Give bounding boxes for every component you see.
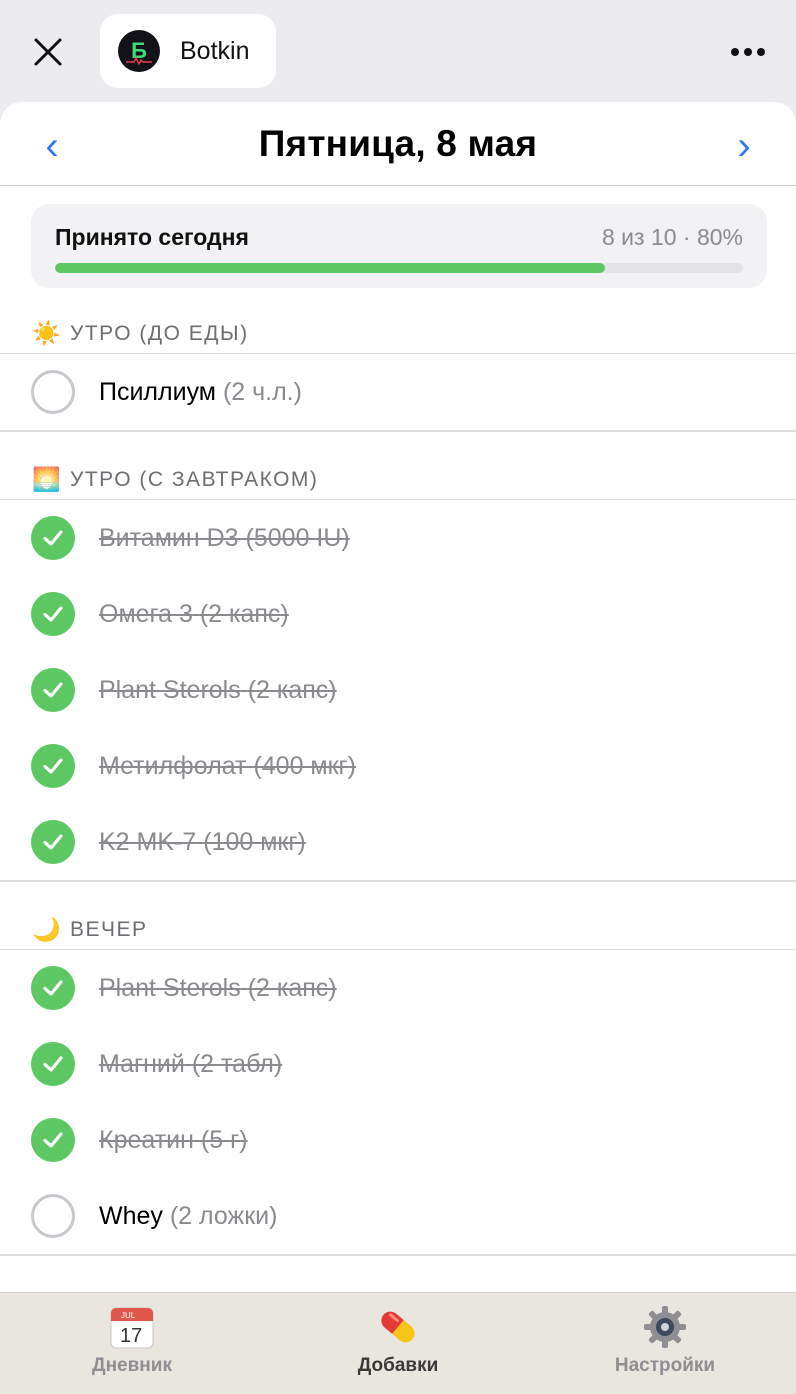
progress-stats: 8 из 10 · 80% <box>601 224 743 250</box>
supplement-dose: (2 капс) <box>247 675 337 704</box>
section-emoji-icon: ☀️ <box>32 320 61 346</box>
supplement-label: Whey (2 ложки) <box>99 1202 277 1231</box>
progress-track <box>55 263 743 273</box>
supplement-label: Креатин (5 г) <box>99 1126 248 1155</box>
calendar-icon: JUL 17 <box>110 1307 154 1349</box>
more-dot <box>757 48 765 56</box>
supplement-label: Метилфолат (400 мкг) <box>99 752 356 781</box>
section-header: 🌅 УТРО (С ЗАВТРАКОМ) <box>0 460 796 500</box>
supplement-row[interactable]: K2 MK-7 (100 мкг) <box>0 804 796 880</box>
more-dot <box>744 48 752 56</box>
tab-label: Настройки <box>614 1355 716 1376</box>
supplement-row[interactable]: Креатин (5 г) <box>0 1102 796 1178</box>
checkmark-icon[interactable] <box>31 966 75 1010</box>
main-sheet: ‹ Пятница, 8 мая › Принято сегодня 8 из … <box>0 102 796 1292</box>
supplement-name: Омега 3 <box>99 599 193 628</box>
tab-supplements[interactable]: Добавки <box>308 1303 488 1389</box>
supplement-label: K2 MK-7 (100 мкг) <box>99 828 306 857</box>
app-name: Botkin <box>180 36 250 65</box>
supplement-row[interactable]: Магний (2 табл) <box>0 1026 796 1102</box>
date-bar: ‹ Пятница, 8 мая › <box>0 102 796 186</box>
tab-settings[interactable]: Настройки <box>575 1303 755 1389</box>
svg-text:JUL: JUL <box>121 1311 136 1320</box>
top-bar: Б Botkin <box>0 0 796 102</box>
app-chip[interactable]: Б Botkin <box>100 14 276 88</box>
supplement-label: Plant Sterols (2 капс) <box>99 974 337 1003</box>
checkmark-icon[interactable] <box>31 592 75 636</box>
section-emoji-icon: 🌅 <box>32 466 61 492</box>
empty-checkbox-icon[interactable] <box>31 370 75 414</box>
section-title: УТРО (ДО ЕДЫ) <box>70 321 249 345</box>
supplement-dose: (400 мкг) <box>253 751 357 780</box>
supplement-row[interactable]: Псиллиум (2 ч.л.) <box>0 354 796 430</box>
section-title: ВЕЧЕР <box>70 917 148 941</box>
supplement-name: Plant Sterols <box>99 973 241 1002</box>
supplement-name: Витамин D3 <box>99 523 239 552</box>
page-title: Пятница, 8 мая <box>258 122 538 164</box>
supplement-dose: (2 табл) <box>191 1049 283 1078</box>
supplement-dose: (2 ч.л.) <box>222 377 302 406</box>
supplement-dose: (100 мкг) <box>203 827 306 856</box>
supplement-name: Plant Sterols <box>99 675 241 704</box>
progress-fill <box>55 263 606 273</box>
supplement-dose: (5 г) <box>200 1125 248 1154</box>
next-day-button[interactable]: › <box>724 122 764 170</box>
section-header: ☀️ УТРО (ДО ЕДЫ) <box>0 314 796 354</box>
supplement-name: Метилфолат <box>99 751 247 780</box>
supplement-row[interactable]: Витамин D3 (5000 IU) <box>0 500 796 576</box>
supplement-row[interactable]: Омега 3 (2 капс) <box>0 576 796 652</box>
tab-label: Дневник <box>92 1355 172 1376</box>
previous-day-button[interactable]: ‹ <box>32 122 72 170</box>
section-title: УТРО (С ЗАВТРАКОМ) <box>70 467 319 491</box>
checkmark-icon[interactable] <box>31 668 75 712</box>
section-emoji-icon: 🌙 <box>32 916 61 942</box>
supplement-label: Псиллиум (2 ч.л.) <box>99 378 302 407</box>
app-logo-icon: Б <box>118 30 160 72</box>
supplement-row[interactable]: Метилфолат (400 мкг) <box>0 728 796 804</box>
section-divider <box>0 1254 796 1256</box>
section-divider <box>0 880 796 882</box>
supplement-row[interactable]: Plant Sterols (2 капс) <box>0 652 796 728</box>
checkmark-icon[interactable] <box>31 744 75 788</box>
close-button[interactable] <box>24 30 72 74</box>
section-divider <box>0 430 796 432</box>
gear-icon <box>644 1306 686 1348</box>
supplement-row[interactable]: Plant Sterols (2 капс) <box>0 950 796 1026</box>
supplement-name: Магний <box>99 1049 185 1078</box>
tab-bar: JUL 17 Дневник Добавки Настройки <box>0 1292 796 1394</box>
tab-diary[interactable]: JUL 17 Дневник <box>42 1303 222 1389</box>
supplement-row[interactable]: Whey (2 ложки) <box>0 1178 796 1254</box>
supplement-name: Креатин <box>99 1125 194 1154</box>
pill-icon <box>381 1311 415 1343</box>
supplement-dose: (5000 IU) <box>245 523 350 552</box>
checkmark-icon[interactable] <box>31 1118 75 1162</box>
empty-checkbox-icon[interactable] <box>31 1194 75 1238</box>
supplement-label: Магний (2 табл) <box>99 1050 282 1079</box>
checkmark-icon[interactable] <box>31 1042 75 1086</box>
progress-label: Принято сегодня <box>55 224 249 250</box>
svg-text:17: 17 <box>120 1325 142 1347</box>
checkmark-icon[interactable] <box>31 820 75 864</box>
supplement-name: Псиллиум <box>99 377 216 406</box>
checkmark-icon[interactable] <box>31 516 75 560</box>
tab-label: Добавки <box>357 1355 439 1376</box>
section-header: 🌙 ВЕЧЕР <box>0 910 796 950</box>
supplement-name: Whey <box>99 1201 163 1230</box>
supplement-label: Витамин D3 (5000 IU) <box>99 524 350 553</box>
supplement-dose: (2 ложки) <box>169 1201 278 1230</box>
supplement-label: Plant Sterols (2 капс) <box>99 676 337 705</box>
more-dot <box>731 48 739 56</box>
close-icon <box>34 38 62 66</box>
supplement-name: K2 MK-7 <box>99 827 197 856</box>
supplement-label: Омега 3 (2 капс) <box>99 600 289 629</box>
more-button[interactable] <box>724 30 772 74</box>
supplement-dose: (2 капс) <box>247 973 337 1002</box>
progress-card: Принято сегодня 8 из 10 · 80% <box>31 204 767 288</box>
supplement-dose: (2 капс) <box>199 599 289 628</box>
